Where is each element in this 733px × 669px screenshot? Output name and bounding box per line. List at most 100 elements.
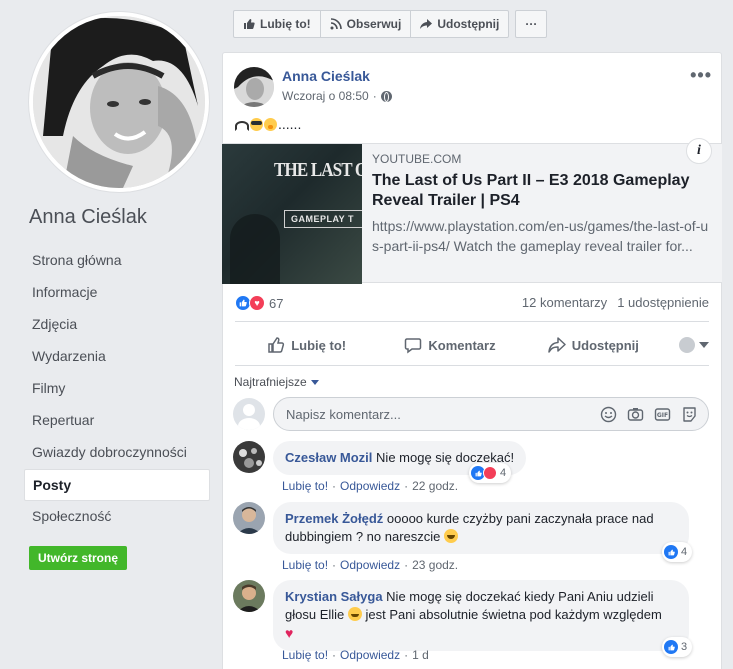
divider: [235, 365, 709, 366]
nav-item-home[interactable]: Strona główna: [24, 245, 210, 277]
post-timestamp[interactable]: Wczoraj o 08:50: [282, 89, 369, 103]
link-thumbnail[interactable]: THE LAST OF GAMEPLAY T: [222, 144, 362, 284]
commenter-avatar[interactable]: [233, 580, 265, 612]
like-reaction-icon: [664, 640, 678, 654]
post-actions: Lubię to! Komentarz Udostępnij: [235, 327, 709, 363]
share-label: Udostępnij: [437, 17, 500, 31]
share-arrow-icon: [420, 19, 433, 29]
svg-text:GIF: GIF: [657, 412, 668, 419]
post-text-suffix: ......: [278, 116, 302, 132]
hushed-face-icon: [264, 117, 277, 131]
thumbnail-figure: [230, 214, 280, 284]
nav-item-events[interactable]: Wydarzenia: [24, 341, 210, 373]
comment-item: Przemek Żołędź ooooo kurde czyżby pani z…: [233, 502, 709, 572]
commenter-avatar[interactable]: [233, 441, 265, 473]
comment-sort-dropdown[interactable]: Najtrafniejsze: [234, 375, 319, 389]
comment-reaction-count: 3: [681, 641, 688, 653]
comment-action-button[interactable]: Komentarz: [378, 336, 521, 354]
comment-actions: Lubię to! · Odpowiedz · 1 d: [282, 648, 429, 662]
link-domain: YOUTUBE.COM: [372, 152, 462, 166]
comment-actions-dot: ·: [332, 558, 337, 572]
comment-actions: Lubię to! · Odpowiedz · 23 godz.: [282, 558, 458, 572]
post-text: ......: [235, 116, 301, 132]
share-action-label: Udostępnij: [571, 337, 639, 353]
comment-reply-link[interactable]: Odpowiedz: [340, 558, 400, 572]
comments-count[interactable]: 12 komentarzy: [522, 295, 607, 310]
like-action-button[interactable]: Lubię to!: [235, 336, 378, 354]
chevron-down-icon: [310, 379, 319, 385]
chevron-down-icon: [698, 342, 709, 348]
share-arrow-outline-icon: [547, 337, 566, 353]
follow-button[interactable]: Obserwuj: [319, 10, 412, 38]
sort-label: Najtrafniejsze: [234, 375, 307, 389]
comment-reactions[interactable]: 3: [662, 637, 693, 657]
nav-item-posts[interactable]: Posty: [24, 469, 210, 501]
comment-time[interactable]: 1 d: [412, 648, 429, 662]
reactions-summary[interactable]: ♥ 67: [235, 295, 283, 311]
nav-item-community[interactable]: Społeczność: [24, 501, 210, 533]
comment-like-link[interactable]: Lubię to!: [282, 479, 328, 493]
page-share-button[interactable]: Udostępnij: [410, 10, 510, 38]
sticker-icon[interactable]: [681, 406, 698, 423]
create-page-button[interactable]: Utwórz stronę: [29, 546, 128, 570]
comment-reply-link[interactable]: Odpowiedz: [340, 479, 400, 493]
love-reaction-icon: ♥: [249, 295, 265, 311]
comment-bubble: Krystian Sałyga Nie mogę się doczekać ki…: [273, 580, 689, 651]
shares-count[interactable]: 1 udostępnienie: [617, 295, 709, 310]
link-title[interactable]: The Last of Us Part II – E3 2018 Gamepla…: [372, 171, 712, 211]
commenter-name[interactable]: Krystian Sałyga: [285, 589, 383, 604]
current-user-avatar: [233, 398, 265, 430]
comment-input[interactable]: Napisz komentarz... GIF: [273, 397, 709, 431]
comment-reply-link[interactable]: Odpowiedz: [340, 648, 400, 662]
comment-item: Czesław Mozil Nie mogę się doczekać! 4 L…: [233, 441, 709, 501]
comment-item: Krystian Sałyga Nie mogę się doczekać ki…: [233, 580, 709, 669]
reactions-count: 67: [269, 295, 284, 311]
nav-item-photos[interactable]: Zdjęcia: [24, 309, 210, 341]
page-like-button[interactable]: Lubię to!: [233, 10, 321, 38]
author-avatar[interactable]: [234, 67, 274, 107]
emoji-icon[interactable]: [600, 406, 617, 423]
nav-item-videos[interactable]: Filmy: [24, 373, 210, 405]
page-name: Anna Cieślak: [29, 206, 147, 228]
comment-time[interactable]: 23 godz.: [412, 558, 458, 572]
page-navigation: Strona główna Informacje Zdjęcia Wydarze…: [24, 245, 210, 533]
post-as-selector[interactable]: [665, 337, 709, 353]
nav-item-about[interactable]: Informacje: [24, 277, 210, 309]
link-preview[interactable]: THE LAST OF GAMEPLAY T YOUTUBE.COM The L…: [222, 138, 722, 284]
camera-icon[interactable]: [627, 406, 644, 423]
commenter-avatar[interactable]: [233, 502, 265, 534]
share-action-button[interactable]: Udostępnij: [522, 336, 665, 354]
nav-item-charity[interactable]: Gwiazdy dobroczynności: [24, 437, 210, 469]
commenter-name[interactable]: Przemek Żołędź: [285, 511, 383, 526]
comment-reactions[interactable]: 4: [469, 463, 512, 483]
follow-label: Obserwuj: [346, 17, 402, 31]
meta-separator: ·: [372, 89, 377, 103]
more-options-button[interactable]: ···: [515, 10, 548, 38]
comment-like-link[interactable]: Lubię to!: [282, 558, 328, 572]
thumbs-up-outline-icon: [268, 337, 285, 353]
comment-bubble-icon: [405, 338, 422, 354]
comment-actions-dot: ·: [404, 558, 409, 572]
like-action-label: Lubię to!: [291, 337, 347, 353]
profile-photo: [33, 16, 205, 188]
globe-icon[interactable]: [380, 90, 392, 102]
link-body[interactable]: YOUTUBE.COM The Last of Us Part II – E3 …: [372, 152, 712, 256]
comment-time[interactable]: 22 godz.: [412, 479, 458, 493]
comment-like-link[interactable]: Lubię to!: [282, 648, 328, 662]
link-description: https://www.playstation.com/en-us/games/…: [372, 218, 709, 254]
love-reaction-icon: [483, 466, 497, 480]
comment-reactions[interactable]: 4: [662, 542, 693, 562]
info-icon[interactable]: i: [686, 138, 712, 164]
post-meta: Wczoraj o 08:50 ·: [282, 89, 392, 103]
comment-actions: Lubię to! · Odpowiedz · 22 godz.: [282, 479, 458, 493]
post-author[interactable]: Anna Cieślak: [282, 68, 370, 84]
gif-icon[interactable]: GIF: [654, 406, 671, 423]
thumbs-up-icon: [244, 19, 255, 29]
post-options-icon[interactable]: •••: [690, 65, 712, 86]
nav-item-repertoire[interactable]: Repertuar: [24, 405, 210, 437]
page-sidebar: Anna Cieślak Strona główna Informacje Zd…: [0, 0, 220, 669]
comment-placeholder: Napisz komentarz...: [286, 406, 401, 422]
profile-picture[interactable]: [29, 12, 209, 192]
thumbnail-badge: GAMEPLAY T: [284, 210, 362, 228]
commenter-name[interactable]: Czesław Mozil: [285, 450, 372, 465]
